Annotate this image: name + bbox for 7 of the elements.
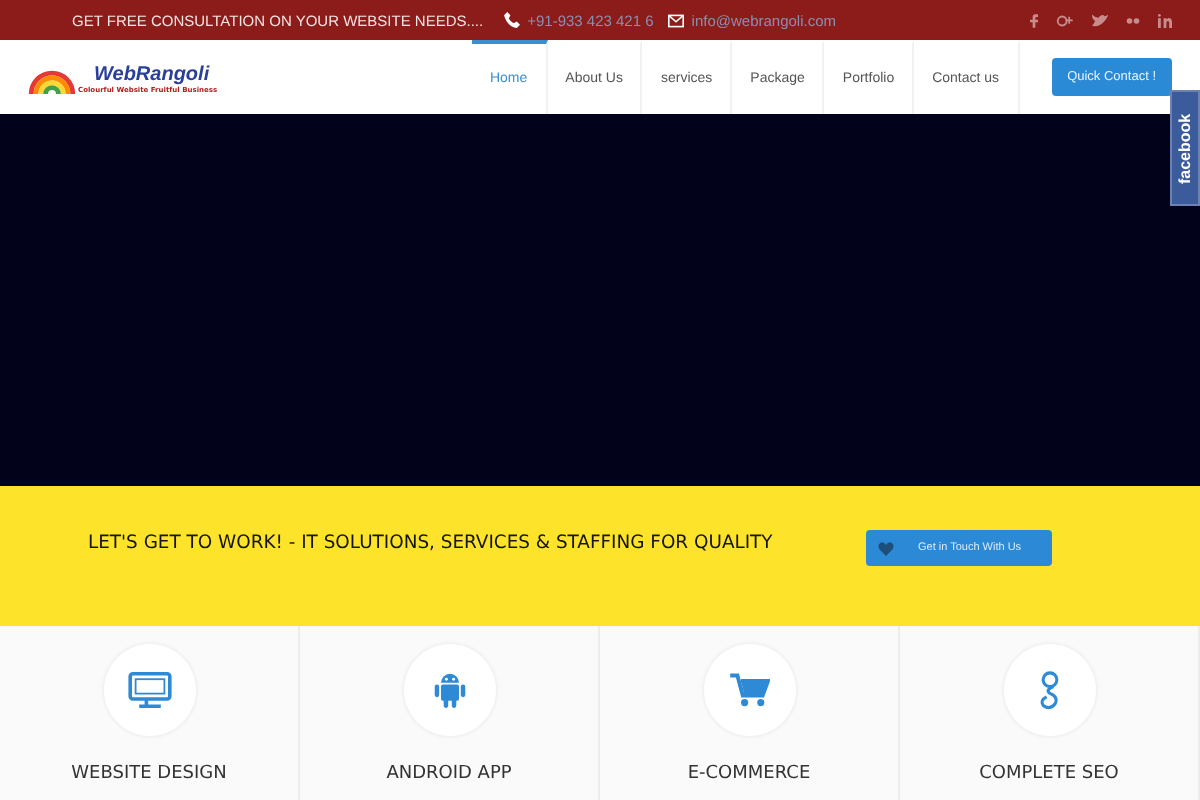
service-title: E-COMMERCE xyxy=(687,764,811,784)
service-title: ANDROID APP xyxy=(386,764,512,784)
service-title: WEBSITE DESIGN xyxy=(71,764,227,784)
logo-name[interactable]: WebRangoli xyxy=(78,63,218,85)
banner-heading: LET'S GET TO WORK! - IT SOLUTIONS, SERVICES & STAFFING FOR QUALITY xyxy=(88,531,773,553)
facebook-tab[interactable]: facebook xyxy=(1170,90,1200,206)
service-title: COMPLETE SEO xyxy=(979,764,1119,784)
